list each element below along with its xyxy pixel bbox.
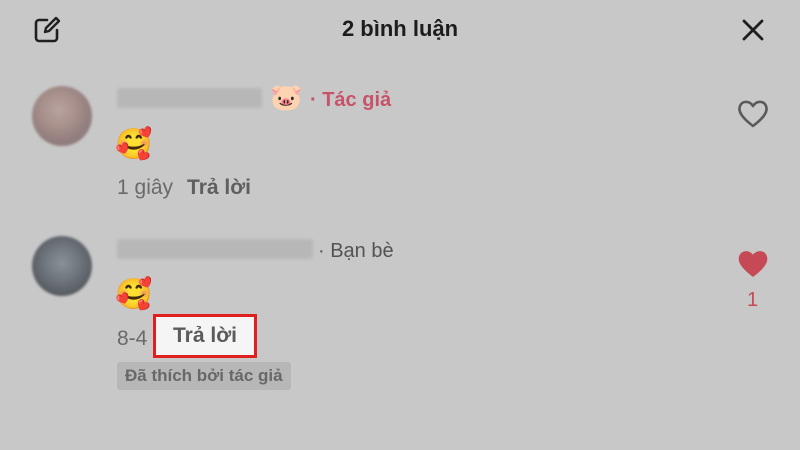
comment-item: · Bạn bè 🥰 8-4 Trả lời Đã thích bởi tác … (0, 232, 800, 402)
close-icon[interactable] (740, 17, 766, 43)
comment-time: 8-4 (117, 327, 148, 350)
comment-content: 🥰 (115, 278, 153, 311)
comment-time: 1 giây (117, 176, 174, 199)
comment-content: 🥰 (115, 128, 153, 161)
author-badge: · Tác giả (310, 89, 392, 111)
comment-meta: 8-4 (117, 327, 147, 351)
liked-by-author-badge: Đã thích bởi tác giả (117, 362, 291, 390)
friend-badge: · Bạn bè (318, 240, 394, 262)
username-redacted[interactable] (117, 239, 313, 259)
comment-item: 🐷 · Tác giả 🥰 1 giây Trả lời (0, 82, 800, 217)
avatar[interactable] (32, 236, 92, 296)
page-title: 2 bình luận (341, 16, 459, 41)
pig-emoji: 🐷 (270, 82, 303, 112)
heart-filled-icon[interactable] (736, 247, 770, 281)
reply-button[interactable]: Trả lời (153, 314, 257, 358)
like-count: 1 (747, 289, 759, 311)
reply-button[interactable]: Trả lời (187, 176, 251, 199)
username-redacted[interactable] (117, 88, 262, 108)
heart-icon[interactable] (736, 97, 770, 131)
comments-header: 2 bình luận (0, 0, 800, 60)
avatar[interactable] (32, 86, 92, 146)
comment-meta: 1 giây Trả lời (117, 176, 251, 200)
